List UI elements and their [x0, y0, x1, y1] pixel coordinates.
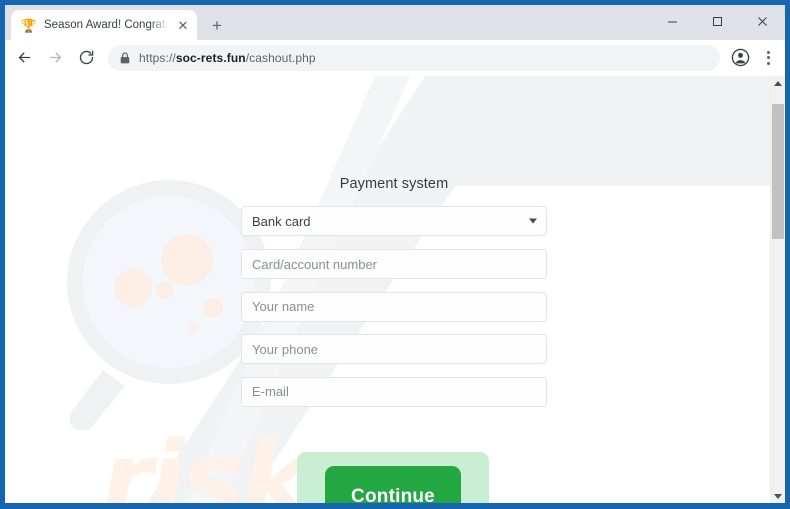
triangle-up-icon	[774, 80, 782, 86]
tab-strip: 🏆 Season Award! Congratulations! ✕ +	[5, 5, 785, 40]
triangle-down-icon	[774, 493, 782, 499]
new-tab-button[interactable]: +	[203, 11, 231, 39]
your-name-placeholder: Your name	[252, 299, 315, 314]
card-account-number-input[interactable]: Card/account number	[241, 249, 547, 279]
site-watermark-text: risk	[101, 419, 310, 503]
page-title: Payment system	[339, 176, 449, 192]
url-scheme: https://	[139, 50, 176, 65]
window-controls	[650, 5, 785, 37]
back-arrow-icon	[18, 52, 30, 63]
address-bar[interactable]: https://soc-rets.fun/cashout.php	[108, 44, 720, 71]
tab-title: Season Award! Congratulations!	[44, 19, 168, 31]
minimize-icon	[668, 21, 677, 22]
url-path: /cashout.php	[245, 50, 316, 65]
your-phone-placeholder: Your phone	[252, 341, 319, 357]
email-placeholder: E-mail	[252, 384, 289, 399]
continue-button[interactable]: Continue	[325, 466, 461, 503]
your-phone-input[interactable]: Your phone	[241, 334, 547, 364]
browser-toolbar: https://soc-rets.fun/cashout.php	[5, 40, 785, 76]
payment-system-value: Bank card	[252, 213, 311, 229]
payment-system-select[interactable]: Bank card	[241, 206, 547, 236]
back-button[interactable]	[9, 43, 39, 73]
profile-avatar-icon	[731, 48, 749, 67]
maximize-button[interactable]	[695, 5, 740, 37]
close-window-button[interactable]	[740, 5, 785, 37]
browser-menu-button[interactable]	[757, 44, 779, 72]
page-viewport: risk Payment system Bank card Card/accou…	[5, 76, 785, 503]
scroll-up-button[interactable]	[771, 76, 785, 90]
maximize-icon	[713, 16, 722, 26]
your-name-input[interactable]: Your name	[241, 291, 547, 322]
card-account-number-placeholder: Card/account number	[252, 256, 378, 272]
chevron-down-icon	[529, 218, 537, 224]
close-icon	[758, 16, 767, 26]
reload-icon	[79, 50, 93, 65]
reload-button[interactable]	[71, 43, 101, 73]
browser-tab[interactable]: 🏆 Season Award! Congratulations! ✕	[11, 10, 197, 40]
vertical-scrollbar[interactable]	[770, 76, 785, 503]
scrollbar-thumb[interactable]	[772, 104, 784, 239]
scroll-down-button[interactable]	[771, 489, 785, 503]
url-text: https://soc-rets.fun/cashout.php	[139, 51, 316, 65]
browser-window: 🏆 Season Award! Congratulations! ✕ +	[0, 0, 790, 509]
payment-form: Payment system Bank card Card/account nu…	[241, 176, 547, 419]
lock-icon	[120, 51, 130, 64]
forward-arrow-icon	[49, 52, 61, 63]
tab-close-icon[interactable]: ✕	[175, 17, 191, 33]
menu-dot	[766, 56, 770, 59]
continue-button-halo: Continue	[297, 452, 489, 503]
menu-dot	[766, 61, 770, 65]
page-content: risk Payment system Bank card Card/accou…	[5, 76, 770, 503]
minimize-button[interactable]	[650, 5, 695, 37]
url-domain: soc-rets.fun	[175, 50, 246, 65]
forward-button[interactable]	[40, 43, 70, 73]
chrome-frame: 🏆 Season Award! Congratulations! ✕ +	[5, 5, 785, 503]
trophy-icon: 🏆	[20, 17, 38, 33]
profile-button[interactable]	[726, 44, 754, 72]
menu-dot	[766, 50, 770, 54]
email-input[interactable]: E-mail	[241, 376, 547, 407]
